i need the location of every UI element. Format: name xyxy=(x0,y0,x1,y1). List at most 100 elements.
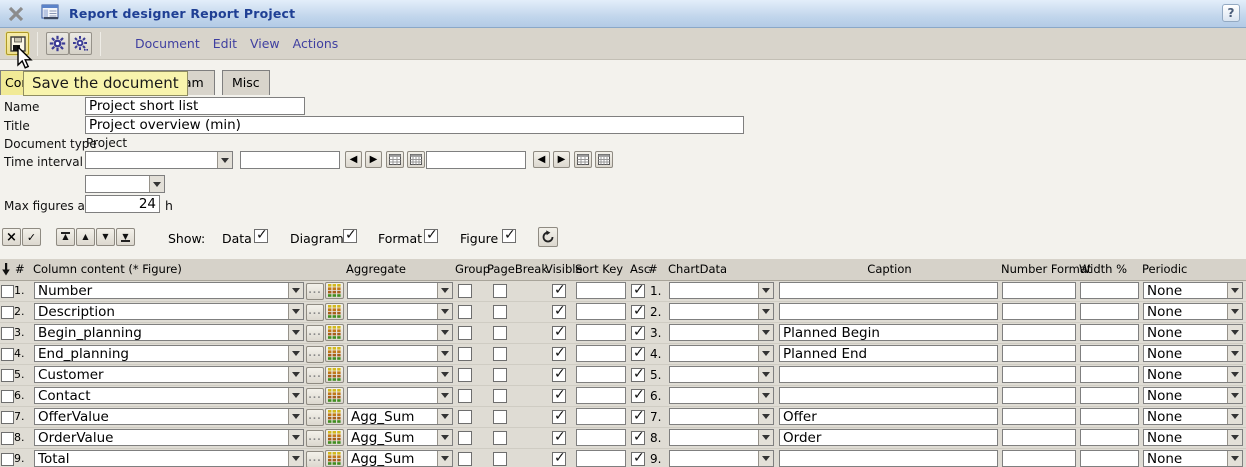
column-content-select[interactable]: Customer xyxy=(34,366,304,383)
asc-checkbox[interactable] xyxy=(631,431,645,445)
aggregate-select[interactable] xyxy=(347,324,453,341)
periodic-select[interactable]: None xyxy=(1143,387,1243,404)
numberformat-input[interactable] xyxy=(1002,408,1076,425)
visible-checkbox[interactable] xyxy=(552,389,566,403)
name-input[interactable]: Project short list xyxy=(85,97,305,115)
numberformat-input[interactable] xyxy=(1002,366,1076,383)
aggregate-select[interactable] xyxy=(347,387,453,404)
row-select-checkbox[interactable] xyxy=(1,306,14,319)
details-button[interactable]: ... xyxy=(306,451,324,467)
interval-to-prev-button[interactable]: ◀ xyxy=(533,151,550,168)
pagebreak-checkbox[interactable] xyxy=(493,347,507,361)
aggregate-select[interactable]: Agg_Sum xyxy=(347,408,453,425)
caption-input[interactable]: Offer xyxy=(779,408,998,425)
interval-from-input[interactable] xyxy=(240,151,340,169)
row-select-checkbox[interactable] xyxy=(1,327,14,340)
chartdata-select[interactable] xyxy=(669,303,774,320)
details-button[interactable]: ... xyxy=(306,367,324,384)
periodic-select[interactable]: None xyxy=(1143,282,1243,299)
show-figure-checkbox[interactable] xyxy=(502,229,516,243)
format-grid-button[interactable] xyxy=(325,366,344,383)
format-grid-button[interactable] xyxy=(325,450,344,467)
format-grid-button[interactable] xyxy=(325,387,344,404)
sortkey-input[interactable] xyxy=(576,450,626,467)
periodic-select[interactable]: None xyxy=(1143,450,1243,467)
caption-input[interactable]: Order xyxy=(779,429,998,446)
periodic-select[interactable]: None xyxy=(1143,303,1243,320)
row-select-checkbox[interactable] xyxy=(1,285,14,298)
select-all-button[interactable]: ✓ xyxy=(22,228,41,246)
close-button[interactable] xyxy=(3,2,29,26)
widthpct-input[interactable] xyxy=(1080,429,1139,446)
menu-document[interactable]: Document xyxy=(135,36,200,51)
caption-input[interactable] xyxy=(779,450,998,467)
widthpct-input[interactable] xyxy=(1080,366,1139,383)
group-checkbox[interactable] xyxy=(458,368,472,382)
asc-checkbox[interactable] xyxy=(631,347,645,361)
chartdata-select[interactable] xyxy=(669,408,774,425)
pagebreak-checkbox[interactable] xyxy=(493,326,507,340)
asc-checkbox[interactable] xyxy=(631,284,645,298)
time-interval-select[interactable] xyxy=(85,151,233,169)
title-input[interactable]: Project overview (min) xyxy=(85,116,744,134)
visible-checkbox[interactable] xyxy=(552,284,566,298)
menu-view[interactable]: View xyxy=(250,36,280,51)
details-button[interactable]: ... xyxy=(306,388,324,405)
caption-input[interactable] xyxy=(779,366,998,383)
details-button[interactable]: ... xyxy=(306,304,324,321)
periodic-select[interactable]: None xyxy=(1143,345,1243,362)
help-button[interactable]: ? xyxy=(1222,4,1240,22)
asc-checkbox[interactable] xyxy=(631,326,645,340)
interval-from-calendar2-button[interactable] xyxy=(407,151,425,168)
sortkey-input[interactable] xyxy=(576,282,626,299)
numberformat-input[interactable] xyxy=(1002,303,1076,320)
row-select-checkbox[interactable] xyxy=(1,369,14,382)
pagebreak-checkbox[interactable] xyxy=(493,452,507,466)
menu-actions[interactable]: Actions xyxy=(293,36,339,51)
widthpct-input[interactable] xyxy=(1080,387,1139,404)
group-checkbox[interactable] xyxy=(458,452,472,466)
format-grid-button[interactable] xyxy=(325,429,344,446)
pagebreak-checkbox[interactable] xyxy=(493,431,507,445)
visible-checkbox[interactable] xyxy=(552,326,566,340)
periodic-select[interactable]: None xyxy=(1143,366,1243,383)
aggregate-select[interactable] xyxy=(347,345,453,362)
move-up-button[interactable]: ▲ xyxy=(76,228,95,246)
details-button[interactable]: ... xyxy=(306,283,324,300)
show-format-checkbox[interactable] xyxy=(424,229,438,243)
visible-checkbox[interactable] xyxy=(552,305,566,319)
show-diagram-checkbox[interactable] xyxy=(343,229,357,243)
row-select-checkbox[interactable] xyxy=(1,348,14,361)
caption-input[interactable]: Planned Begin xyxy=(779,324,998,341)
group-checkbox[interactable] xyxy=(458,410,472,424)
details-button[interactable]: ... xyxy=(306,325,324,342)
caption-input[interactable]: Planned End xyxy=(779,345,998,362)
pagebreak-checkbox[interactable] xyxy=(493,410,507,424)
interval-from-prev-button[interactable]: ◀ xyxy=(345,151,362,168)
group-checkbox[interactable] xyxy=(458,326,472,340)
visible-checkbox[interactable] xyxy=(552,347,566,361)
visible-checkbox[interactable] xyxy=(552,452,566,466)
column-content-select[interactable]: Begin_planning xyxy=(34,324,304,341)
format-grid-button[interactable] xyxy=(325,408,344,425)
chartdata-select[interactable] xyxy=(669,324,774,341)
sortkey-input[interactable] xyxy=(576,366,626,383)
move-top-button[interactable]: ▲ xyxy=(56,228,75,246)
widthpct-input[interactable] xyxy=(1080,282,1139,299)
caption-input[interactable] xyxy=(779,303,998,320)
pagebreak-checkbox[interactable] xyxy=(493,284,507,298)
menu-edit[interactable]: Edit xyxy=(213,36,237,51)
numberformat-input[interactable] xyxy=(1002,450,1076,467)
numberformat-input[interactable] xyxy=(1002,429,1076,446)
widthpct-input[interactable] xyxy=(1080,345,1139,362)
periodic-select[interactable]: None xyxy=(1143,429,1243,446)
column-content-select[interactable]: Number xyxy=(34,282,304,299)
sortkey-input[interactable] xyxy=(576,303,626,320)
format-grid-button[interactable] xyxy=(325,303,344,320)
sortkey-input[interactable] xyxy=(576,387,626,404)
pagebreak-checkbox[interactable] xyxy=(493,305,507,319)
sortkey-input[interactable] xyxy=(576,345,626,362)
chartdata-select[interactable] xyxy=(669,366,774,383)
interval-to-next-button[interactable]: ▶ xyxy=(553,151,570,168)
format-grid-button[interactable] xyxy=(325,345,344,362)
